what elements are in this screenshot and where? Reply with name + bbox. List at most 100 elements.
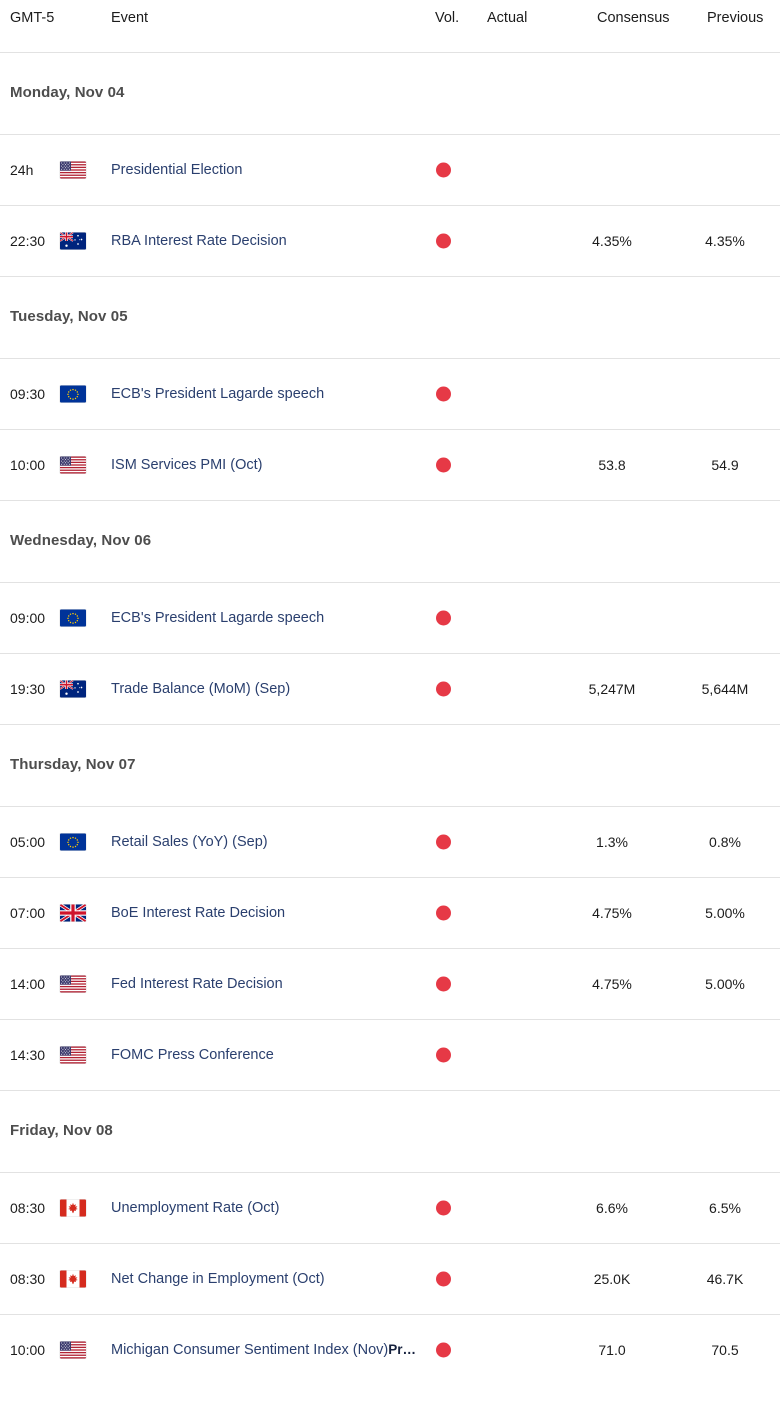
event-time: 08:30	[10, 1200, 46, 1216]
ca-flag-icon	[60, 1199, 86, 1217]
event-consensus-value: 53.8	[598, 457, 626, 473]
calendar-column-headers: GMT-5 Event Vol. Actual Consensus Previo…	[0, 0, 780, 53]
event-time: 14:00	[10, 976, 46, 992]
event-time: 10:00	[10, 1342, 46, 1358]
event-time: 22:30	[10, 233, 46, 249]
au-flag-icon	[60, 680, 86, 698]
event-previous-value: 5,644M	[701, 681, 749, 697]
event-consensus-value: 1.3%	[596, 834, 628, 850]
us-flag-icon	[60, 975, 86, 993]
event-title-text: ISM Services PMI (Oct)	[111, 457, 263, 473]
us-flag-icon	[60, 1046, 86, 1064]
calendar-event-row[interactable]: 19:30 Trade Balance (MoM) (Sep) 5,247M 5,6…	[0, 654, 780, 725]
volatility-indicator-high	[436, 1047, 451, 1063]
event-title-link[interactable]: Unemployment Rate (Oct)	[111, 1200, 279, 1216]
volatility-indicator-high	[436, 1342, 451, 1358]
day-label: Friday, Nov 08	[10, 1122, 113, 1139]
event-consensus-value: 71.0	[598, 1342, 626, 1358]
calendar-event-row[interactable]: 10:00 ISM Services PMI (Oct) 53.8 54.9	[0, 430, 780, 501]
day-label: Thursday, Nov 07	[10, 756, 136, 773]
event-consensus-value: 6.6%	[596, 1200, 628, 1216]
event-previous-value: 5.00%	[705, 905, 745, 921]
event-title-link[interactable]: Trade Balance (MoM) (Sep)	[111, 681, 290, 697]
calendar-event-row[interactable]: 08:30 Net Change in Employment (Oct) 25.0…	[0, 1244, 780, 1315]
event-time: 19:30	[10, 681, 46, 697]
calendar-event-row[interactable]: 14:00 Fed Interest Rate Decision 4.75% 5.0…	[0, 949, 780, 1020]
event-time: 10:00	[10, 457, 46, 473]
event-title-link[interactable]: RBA Interest Rate Decision	[111, 233, 287, 249]
volatility-indicator-high	[436, 610, 451, 626]
event-consensus-value: 5,247M	[588, 681, 636, 697]
event-previous-value: 70.5	[711, 1342, 739, 1358]
event-title-suffix: Pr…	[388, 1342, 416, 1357]
calendar-event-row[interactable]: 24h Presidential Election	[0, 135, 780, 206]
event-previous-value: 4.35%	[705, 233, 745, 249]
event-title-text: Presidential Election	[111, 162, 243, 178]
volatility-indicator-high	[436, 457, 451, 473]
calendar-event-row[interactable]: 22:30 RBA Interest Rate Decision 4.35% 4.3…	[0, 206, 780, 277]
calendar-event-row[interactable]: 07:00 BoE Interest Rate Decision 4.75% 5.0…	[0, 878, 780, 949]
event-time: 24h	[10, 162, 34, 178]
event-title-link[interactable]: ISM Services PMI (Oct)	[111, 457, 262, 473]
volatility-indicator-high	[436, 162, 451, 178]
calendar-event-row[interactable]: 14:30 FOMC Press Conference	[0, 1020, 780, 1091]
event-title-link[interactable]: Fed Interest Rate Decision	[111, 976, 283, 992]
column-header-timezone: GMT-5	[10, 10, 55, 26]
us-flag-icon	[60, 456, 86, 474]
day-group-header: Tuesday, Nov 05	[0, 277, 780, 359]
event-title-text: RBA Interest Rate Decision	[111, 233, 287, 249]
volatility-indicator-high	[436, 233, 451, 249]
event-time: 05:00	[10, 834, 46, 850]
event-title-link[interactable]: ECB's President Lagarde speech	[111, 386, 324, 402]
volatility-indicator-high	[436, 905, 451, 921]
event-title-text: Retail Sales (YoY) (Sep)	[111, 834, 268, 850]
day-label: Monday, Nov 04	[10, 84, 125, 101]
event-title-link[interactable]: Presidential Election	[111, 162, 242, 178]
calendar-event-row[interactable]: 10:00 Michigan Consumer Sentiment Index …	[0, 1315, 780, 1385]
event-title-text: Trade Balance (MoM) (Sep)	[111, 681, 291, 697]
calendar-event-row[interactable]: 05:00 Retail Sales (YoY) (Sep) 1.3% 0.8%	[0, 807, 780, 878]
day-label: Wednesday, Nov 06	[10, 532, 152, 549]
event-time: 09:00	[10, 610, 46, 626]
eu-flag-icon	[60, 385, 86, 403]
event-time: 09:30	[10, 386, 46, 402]
event-time: 14:30	[10, 1047, 46, 1063]
day-group-header: Friday, Nov 08	[0, 1091, 780, 1173]
volatility-indicator-high	[436, 386, 451, 402]
event-time: 07:00	[10, 905, 46, 921]
column-header-actual: Actual	[487, 10, 528, 26]
calendar-event-row[interactable]: 08:30 Unemployment Rate (Oct) 6.6% 6.5%	[0, 1173, 780, 1244]
column-header-consensus: Consensus	[597, 10, 670, 26]
event-consensus-value: 25.0K	[593, 1271, 631, 1287]
event-title-text: Unemployment Rate (Oct)	[111, 1200, 280, 1216]
eu-flag-icon	[60, 609, 86, 627]
event-title-link[interactable]: Retail Sales (YoY) (Sep)	[111, 834, 268, 850]
event-time: 08:30	[10, 1271, 46, 1287]
event-title-link[interactable]: ECB's President Lagarde speech	[111, 610, 324, 626]
event-title-link[interactable]: BoE Interest Rate Decision	[111, 905, 285, 921]
event-title-text: Net Change in Employment (Oct)	[111, 1271, 325, 1287]
event-title-text: BoE Interest Rate Decision	[111, 905, 286, 921]
event-previous-value: 5.00%	[705, 976, 745, 992]
event-title-text: ECB's President Lagarde speech	[111, 610, 325, 626]
event-consensus-value: 4.35%	[592, 233, 632, 249]
us-flag-icon	[60, 1341, 86, 1359]
event-title-link[interactable]: FOMC Press Conference	[111, 1047, 274, 1063]
day-label: Tuesday, Nov 05	[10, 308, 128, 325]
column-header-volatility: Vol.	[435, 10, 460, 26]
us-flag-icon	[60, 161, 86, 179]
event-previous-value: 54.9	[711, 457, 739, 473]
volatility-indicator-high	[436, 834, 451, 850]
event-title-link[interactable]: Michigan Consumer Sentiment Index (Nov)P…	[111, 1342, 416, 1358]
event-previous-value: 6.5%	[709, 1200, 741, 1216]
ca-flag-icon	[60, 1270, 86, 1288]
calendar-event-row[interactable]: 09:30 ECB's President Lagarde speech	[0, 359, 780, 430]
calendar-body: Monday, Nov 04 24h Presidential Election 2…	[0, 53, 780, 1385]
column-header-event: Event	[111, 10, 149, 26]
event-previous-value: 0.8%	[709, 834, 741, 850]
day-group-header: Monday, Nov 04	[0, 53, 780, 135]
gb-flag-icon	[60, 904, 86, 922]
calendar-event-row[interactable]: 09:00 ECB's President Lagarde speech	[0, 583, 780, 654]
event-title-link[interactable]: Net Change in Employment (Oct)	[111, 1271, 325, 1287]
volatility-indicator-high	[436, 1271, 451, 1287]
